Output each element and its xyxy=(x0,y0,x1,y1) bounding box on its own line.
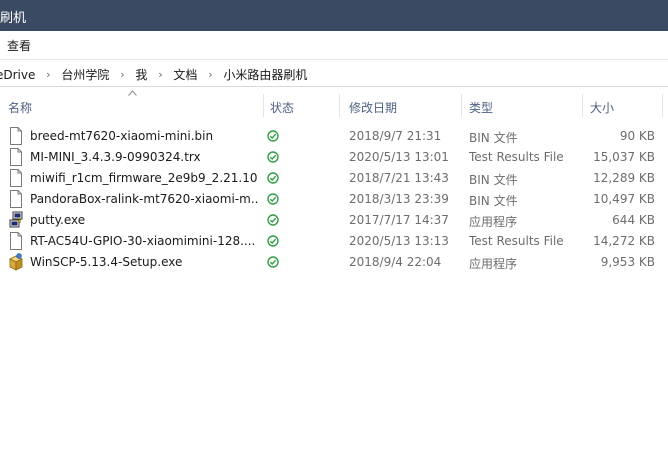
breadcrumb: eDrive › 台州学院 › 我 › 文档 › 小米路由器刷机 xyxy=(0,66,307,83)
column-header-type[interactable]: 类型 xyxy=(462,91,583,120)
file-modified: 2020/5/13 13:01 xyxy=(349,150,449,164)
file-row[interactable]: MI-MINI_3.4.3.9-0990324.trx 2020/5/13 13… xyxy=(0,147,668,168)
file-modified: 2018/9/7 21:31 xyxy=(349,129,442,143)
chevron-right-icon[interactable]: › xyxy=(197,68,223,81)
file-name: PandoraBox-ralink-mt7620-xiaomi-m... xyxy=(30,192,258,206)
synced-icon xyxy=(267,256,279,268)
breadcrumb-current-folder[interactable]: 小米路由器刷机 xyxy=(223,66,307,83)
column-header-row: 名称 状态 修改日期 类型 大小 xyxy=(0,91,668,120)
document-icon xyxy=(10,127,22,145)
document-icon xyxy=(10,190,22,208)
file-size: 10,497 KB xyxy=(593,192,655,206)
document-icon xyxy=(10,232,22,250)
file-type: 应用程序 xyxy=(469,257,518,271)
file-row[interactable]: putty.exe 2017/7/17 14:37 应用程序 644 KB xyxy=(0,210,668,231)
breadcrumb-onedrive[interactable]: eDrive xyxy=(0,68,35,82)
column-header-name-label: 名称 xyxy=(8,101,33,115)
file-name: WinSCP-5.13.4-Setup.exe xyxy=(30,255,183,269)
file-name: miwifi_r1cm_firmware_2e9b9_2.21.109.... xyxy=(30,171,258,185)
file-modified: 2020/5/13 13:13 xyxy=(349,234,449,248)
file-name: putty.exe xyxy=(30,213,86,227)
breadcrumb-me[interactable]: 我 xyxy=(135,66,147,83)
file-type: 应用程序 xyxy=(469,215,518,229)
document-icon xyxy=(10,169,22,187)
column-header-status-label: 状态 xyxy=(270,101,295,115)
file-modified: 2018/3/13 23:39 xyxy=(349,192,449,206)
file-size: 14,272 KB xyxy=(593,234,655,248)
file-row[interactable]: WinSCP-5.13.4-Setup.exe 2018/9/4 22:04 应… xyxy=(0,252,668,273)
file-modified: 2018/9/4 22:04 xyxy=(349,255,442,269)
chevron-right-icon[interactable]: › xyxy=(35,68,61,81)
file-name: RT-AC54U-GPIO-30-xiaomimini-128.... xyxy=(30,234,256,248)
breadcrumb-taizhou-university[interactable]: 台州学院 xyxy=(61,66,109,83)
file-type: BIN 文件 xyxy=(469,131,518,145)
file-row[interactable]: miwifi_r1cm_firmware_2e9b9_2.21.109.... … xyxy=(0,168,668,189)
tab-view[interactable]: 查看 xyxy=(7,37,31,54)
breadcrumb-documents[interactable]: 文档 xyxy=(173,66,197,83)
file-row[interactable]: PandoraBox-ralink-mt7620-xiaomi-m... 201… xyxy=(0,189,668,210)
file-type: BIN 文件 xyxy=(469,194,518,208)
synced-icon xyxy=(267,214,279,226)
address-bar[interactable]: eDrive › 台州学院 › 我 › 文档 › 小米路由器刷机 xyxy=(0,60,668,87)
file-modified: 2017/7/17 14:37 xyxy=(349,213,449,227)
ribbon: 查看 xyxy=(0,31,668,60)
file-name: breed-mt7620-xiaomi-mini.bin xyxy=(30,129,214,143)
file-modified: 2018/7/21 13:43 xyxy=(349,171,449,185)
file-row[interactable]: breed-mt7620-xiaomi-mini.bin 2018/9/7 21… xyxy=(0,126,668,147)
column-header-size[interactable]: 大小 xyxy=(583,91,663,120)
column-header-size-label: 大小 xyxy=(590,101,615,115)
synced-icon xyxy=(267,172,279,184)
file-size: 12,289 KB xyxy=(593,171,655,185)
column-header-modified[interactable]: 修改日期 xyxy=(340,91,462,120)
file-size: 9,953 KB xyxy=(600,255,655,269)
synced-icon xyxy=(267,151,279,163)
installer-icon xyxy=(9,253,23,271)
chevron-right-icon[interactable]: › xyxy=(109,68,135,81)
column-header-status[interactable]: 状态 xyxy=(264,91,340,120)
file-size: 15,037 KB xyxy=(593,150,655,164)
putty-icon xyxy=(9,211,23,228)
file-name: MI-MINI_3.4.3.9-0990324.trx xyxy=(30,150,201,164)
file-type: BIN 文件 xyxy=(469,173,518,187)
chevron-right-icon[interactable]: › xyxy=(147,68,173,81)
file-size: 90 KB xyxy=(619,129,655,143)
file-row[interactable]: RT-AC54U-GPIO-30-xiaomimini-128.... 2020… xyxy=(0,231,668,252)
file-type: Test Results File xyxy=(469,234,564,248)
file-type: Test Results File xyxy=(469,150,564,164)
title-bar[interactable]: 刷机 xyxy=(0,0,668,31)
synced-icon xyxy=(267,235,279,247)
synced-icon xyxy=(267,130,279,142)
document-icon xyxy=(10,148,22,166)
file-size: 644 KB xyxy=(612,213,655,227)
column-header-type-label: 类型 xyxy=(469,101,494,115)
window-title: 刷机 xyxy=(0,11,27,26)
column-header-modified-label: 修改日期 xyxy=(349,101,398,115)
column-header-name[interactable]: 名称 xyxy=(0,91,264,120)
synced-icon xyxy=(267,193,279,205)
